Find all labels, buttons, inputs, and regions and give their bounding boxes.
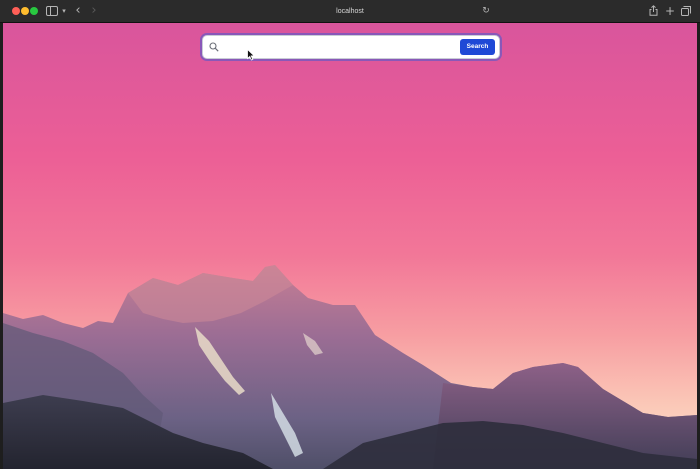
tab-overview-icon[interactable]	[680, 3, 692, 19]
mouse-cursor-icon	[247, 49, 255, 61]
address-bar[interactable]: localhost	[300, 4, 400, 19]
plus-icon[interactable]: +	[664, 3, 676, 19]
browser-window: ▾ ‹ › localhost ↻ + Search	[0, 0, 700, 469]
sidebar-icon[interactable]	[45, 3, 59, 19]
minimize-window-button[interactable]	[21, 7, 29, 15]
search-input[interactable]	[223, 39, 453, 55]
mountain-background-image	[3, 265, 697, 469]
chevron-right-icon[interactable]: ›	[89, 3, 99, 19]
search-button[interactable]: Search	[460, 39, 495, 55]
close-window-button[interactable]	[12, 7, 20, 15]
chevron-left-icon[interactable]: ‹	[73, 3, 83, 19]
search-icon	[209, 42, 219, 52]
page-viewport: Search	[3, 23, 697, 469]
chevron-down-icon[interactable]: ▾	[60, 3, 68, 19]
maximize-window-button[interactable]	[30, 7, 38, 15]
share-icon[interactable]	[647, 3, 659, 19]
browser-toolbar: ▾ ‹ › localhost ↻ +	[0, 0, 700, 23]
reload-icon[interactable]: ↻	[480, 3, 492, 19]
